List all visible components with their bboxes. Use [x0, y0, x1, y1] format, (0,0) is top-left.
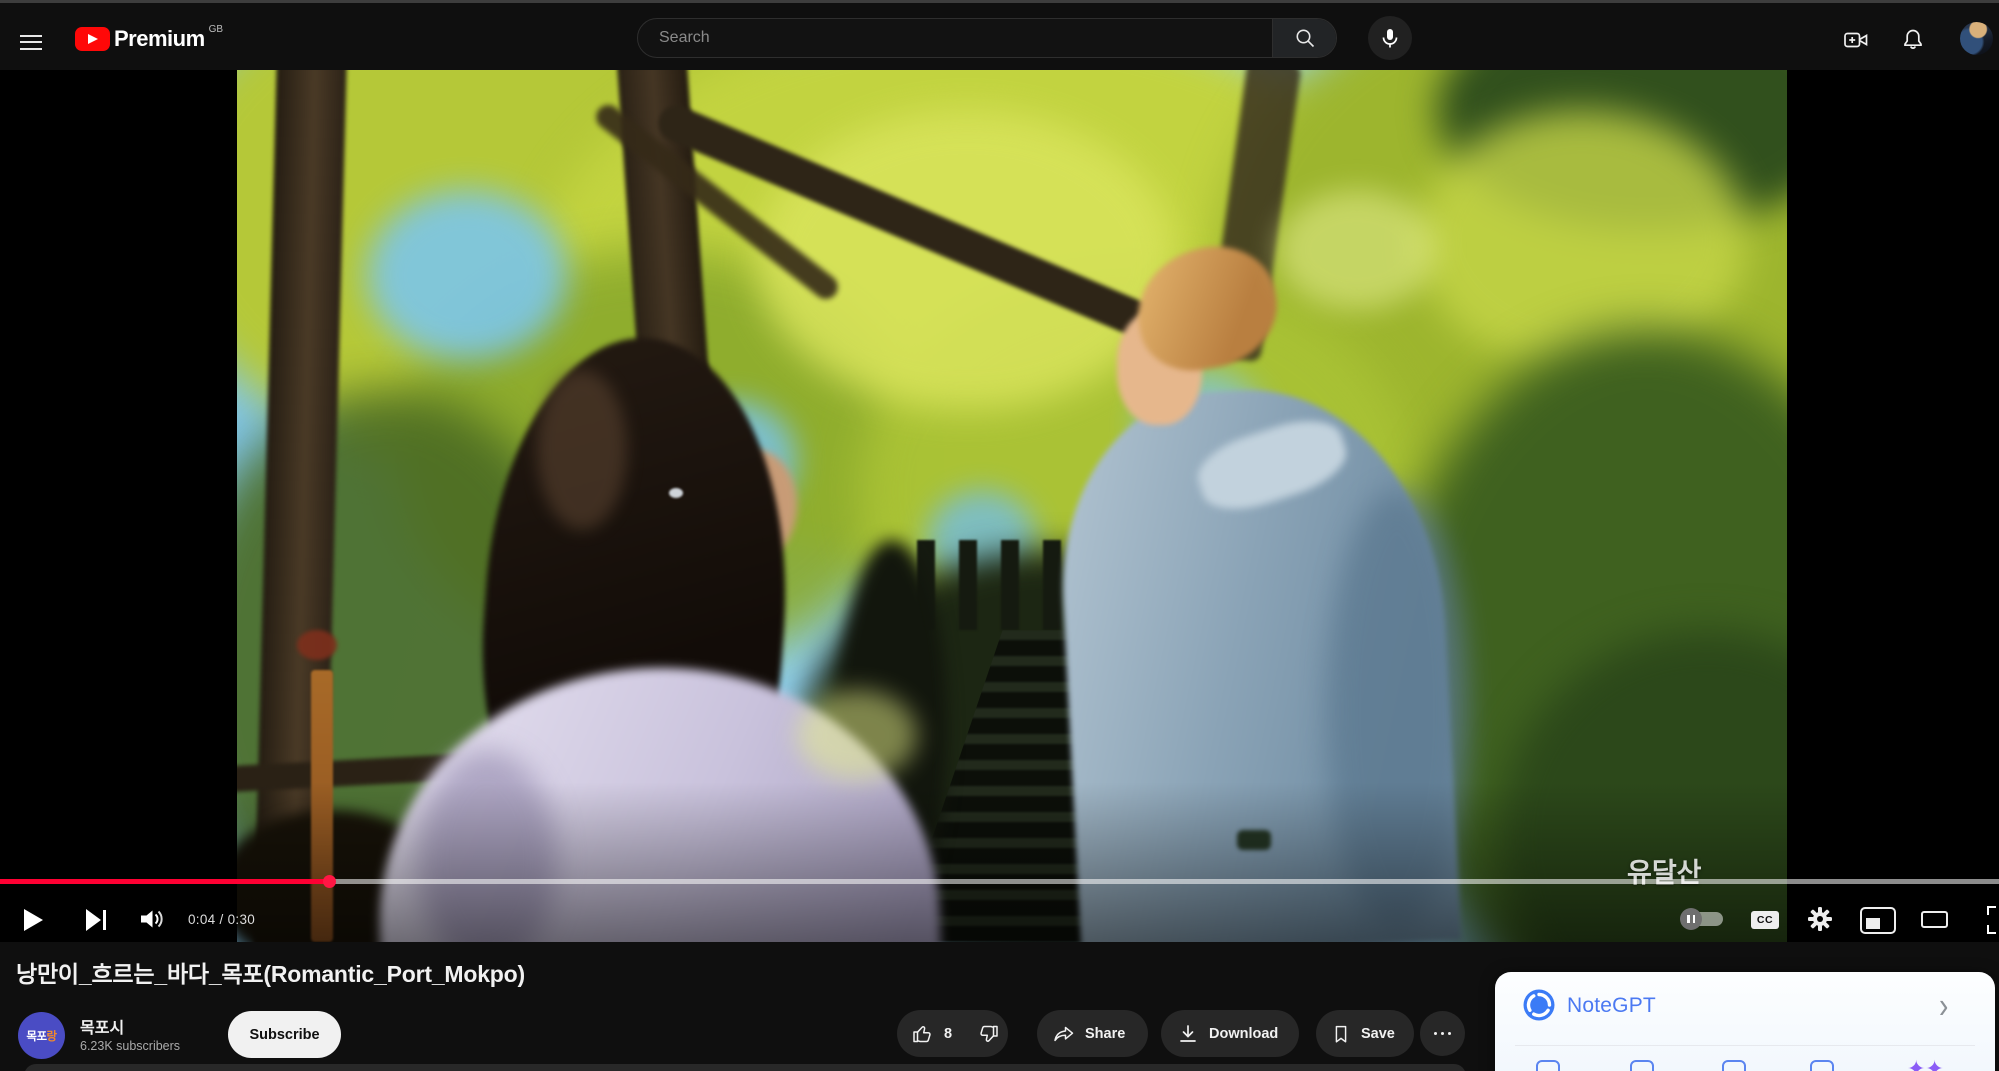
- channel-avatar-accent-text: 랑: [47, 1028, 57, 1044]
- notegpt-summary-icon[interactable]: [1536, 1060, 1560, 1071]
- play-button[interactable]: [24, 909, 43, 931]
- notegpt-copy-icon[interactable]: [1810, 1060, 1834, 1071]
- header: Premium GB: [0, 3, 1999, 70]
- like-dislike-pill: 8: [897, 1010, 1008, 1057]
- video-art-shape: [297, 630, 337, 660]
- subscribe-button[interactable]: Subscribe: [228, 1011, 341, 1058]
- download-label: Download: [1209, 1026, 1278, 1042]
- video-art-shape: [367, 190, 567, 360]
- notegpt-header[interactable]: NoteGPT ›: [1495, 972, 1995, 1034]
- miniplayer-icon[interactable]: [1860, 907, 1896, 934]
- search-input[interactable]: [638, 19, 1272, 57]
- share-label: Share: [1085, 1026, 1125, 1042]
- fullscreen-icon[interactable]: [1987, 906, 1999, 934]
- channel-avatar[interactable]: 목포랑: [18, 1012, 65, 1059]
- voice-search-button[interactable]: [1368, 16, 1412, 60]
- dots-icon: [1434, 1032, 1438, 1036]
- notegpt-title: NoteGPT: [1567, 994, 1656, 1018]
- save-label: Save: [1361, 1026, 1395, 1042]
- download-button[interactable]: Download: [1161, 1010, 1299, 1057]
- more-actions-button[interactable]: [1420, 1011, 1465, 1056]
- notegpt-toolbar: ✦✦: [1495, 1060, 1995, 1071]
- save-button[interactable]: Save: [1316, 1010, 1414, 1057]
- volume-icon[interactable]: [139, 907, 169, 931]
- notegpt-divider: [1515, 1045, 1975, 1046]
- notegpt-panel: NoteGPT › ✦✦: [1495, 972, 1995, 1071]
- channel-name[interactable]: 목포시: [80, 1014, 124, 1038]
- menu-icon[interactable]: [18, 28, 44, 50]
- share-button[interactable]: Share: [1037, 1010, 1148, 1057]
- like-button[interactable]: 8: [897, 1010, 964, 1057]
- progress-scrubber[interactable]: [323, 875, 336, 888]
- video-watermark-text: 유달산: [1627, 851, 1702, 890]
- search-icon: [1293, 26, 1317, 50]
- notegpt-transcript-icon[interactable]: [1630, 1060, 1654, 1071]
- notifications-bell-icon[interactable]: [1900, 27, 1926, 53]
- account-avatar[interactable]: [1960, 22, 1993, 55]
- logo-region-text: GB: [209, 24, 223, 35]
- video-title: 낭만이_흐르는_바다_목포(Romantic_Port_Mokpo): [16, 955, 525, 989]
- progress-buffered: [330, 879, 1999, 884]
- notegpt-ai-sparkles-icon[interactable]: ✦✦: [1907, 1056, 1944, 1071]
- video-art-shape: [1277, 190, 1437, 310]
- video-art-shape: [537, 370, 627, 530]
- like-count: 8: [944, 1026, 952, 1042]
- time-display: 0:04 / 0:30: [188, 912, 255, 927]
- subtitles-cc-button[interactable]: CC: [1751, 911, 1779, 929]
- mic-icon: [1378, 26, 1402, 50]
- youtube-premium-logo[interactable]: Premium GB: [75, 27, 223, 51]
- search-bar: [637, 18, 1337, 58]
- progress-bar[interactable]: [0, 879, 1999, 884]
- bookmark-icon: [1330, 1023, 1352, 1045]
- channel-subscribers: 6.23K subscribers: [80, 1039, 180, 1053]
- video-frame[interactable]: [237, 70, 1787, 942]
- thumbs-up-icon: [911, 1022, 935, 1046]
- chevron-right-icon[interactable]: ›: [1939, 985, 1948, 1027]
- progress-played: [0, 879, 330, 884]
- video-player: 유달산 0:04 / 0:30 CC: [0, 70, 1999, 942]
- next-button[interactable]: [86, 909, 108, 931]
- autoplay-knob-pause-icon: [1680, 908, 1702, 930]
- settings-gear-icon[interactable]: [1807, 906, 1833, 932]
- thumbs-down-icon: [976, 1022, 1000, 1046]
- channel-avatar-text: 목포: [26, 1028, 46, 1044]
- share-icon: [1052, 1022, 1076, 1046]
- create-video-icon[interactable]: [1843, 27, 1869, 53]
- youtube-watch-page: Premium GB: [0, 0, 1999, 1071]
- theater-mode-icon[interactable]: [1921, 911, 1948, 928]
- notegpt-notes-icon[interactable]: [1722, 1060, 1746, 1071]
- video-art-shape: [1417, 110, 1747, 370]
- description-box[interactable]: [24, 1064, 1466, 1071]
- dislike-button[interactable]: [964, 1010, 1014, 1057]
- search-button[interactable]: [1272, 19, 1336, 57]
- video-art-shape: [797, 690, 917, 780]
- video-art-shape: [669, 488, 683, 498]
- player-controls: 0:04 / 0:30 CC: [0, 896, 1999, 942]
- download-icon: [1176, 1022, 1200, 1046]
- notegpt-logo-icon: [1523, 989, 1555, 1021]
- youtube-play-icon: [75, 27, 110, 51]
- logo-brand-text: Premium: [114, 27, 205, 51]
- autoplay-toggle[interactable]: [1681, 912, 1723, 926]
